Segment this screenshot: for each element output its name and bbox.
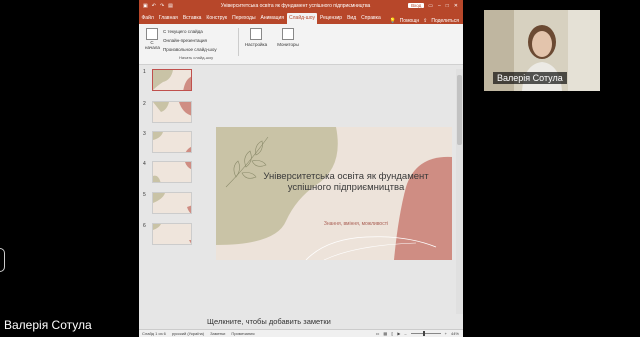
slide-thumbnail[interactable] — [152, 131, 192, 153]
separator — [238, 28, 239, 56]
thumbnail-number: 5 — [143, 192, 146, 198]
tab-3[interactable]: Конструк — [204, 13, 230, 24]
slideshow-view-icon[interactable]: ▶ — [397, 331, 400, 336]
close-icon[interactable]: ✕ — [454, 3, 458, 9]
thumbnail-row[interactable]: 4 — [142, 161, 194, 183]
document-title: Університетська освіта як фундамент успі… — [220, 2, 371, 9]
undo-icon[interactable]: ↶ — [152, 3, 156, 9]
thumbnail-number: 6 — [143, 223, 146, 229]
title-bar: ▣ ↶ ↷ ▤ Університетська освіта як фундам… — [139, 0, 463, 11]
tab-6[interactable]: Слайд-шоу — [286, 13, 318, 24]
tab-8[interactable]: Вид — [345, 13, 359, 24]
from-beginning-button[interactable]: С начала — [145, 28, 160, 50]
slide-thumbnail[interactable] — [152, 161, 192, 183]
vertical-scrollbar[interactable] — [456, 69, 463, 314]
tab-0[interactable]: Файл — [139, 13, 156, 24]
thumbnail-decor — [153, 102, 191, 116]
reading-view-icon[interactable]: ▯ — [391, 331, 393, 336]
zoom-knob[interactable] — [422, 331, 425, 336]
start-options: С текущего слайда Онлайн-презентация Про… — [163, 27, 217, 54]
thumbnail-row[interactable]: 3 — [142, 131, 194, 153]
thumbnail-row[interactable]: 6 — [142, 223, 194, 245]
slide-decor — [216, 127, 452, 260]
left-edge-control[interactable] — [0, 248, 5, 272]
login-button[interactable]: Вход — [408, 3, 425, 8]
save-icon[interactable]: ▣ — [143, 3, 148, 9]
from-beginning-label: С начала — [145, 40, 160, 50]
status-bar: Слайд 1 из 6 русский (Україна) Заметки П… — [139, 329, 463, 337]
ribbon-tabs: Файл Главная Вставка Конструк Переходы Анимац… — [139, 11, 463, 24]
thumbnail-decor — [153, 132, 191, 152]
language-indicator[interactable]: русский (Україна) — [172, 331, 204, 336]
setup-button[interactable]: Настройка — [242, 28, 270, 47]
thumbnail-number: 4 — [143, 161, 146, 167]
slide-title[interactable]: Університетська освіта як фундамент успі… — [256, 171, 436, 193]
zoom-level[interactable]: 44% — [451, 331, 459, 336]
from-current-button[interactable]: С текущего слайда — [163, 27, 217, 36]
tab-4[interactable]: Переходы — [230, 13, 258, 24]
thumbnail-decor — [153, 193, 191, 213]
monitors-label: Мониторы — [277, 42, 299, 47]
online-present-button[interactable]: Онлайн-презентация — [163, 36, 217, 45]
tab-7[interactable]: Рецензир — [317, 13, 344, 24]
powerpoint-window: ▣ ↶ ↷ ▤ Університетська освіта як фундам… — [139, 0, 463, 337]
ribbon-display-icon[interactable]: ▭ — [428, 3, 433, 9]
monitors-button[interactable]: Мониторы — [274, 28, 302, 47]
monitor-icon — [282, 28, 294, 40]
thumbnail-decor — [153, 162, 191, 182]
slide-thumbnail[interactable] — [152, 192, 192, 214]
custom-show-button[interactable]: Произвольное слайд-шоу — [163, 45, 217, 54]
comments-toggle[interactable]: Примечания — [231, 331, 254, 336]
notes-toggle[interactable]: Заметки — [210, 331, 225, 336]
sorter-view-icon[interactable]: ▦ — [383, 331, 387, 336]
zoom-in-icon[interactable]: + — [445, 331, 447, 336]
thumbnail-number: 2 — [143, 101, 146, 107]
participant-video-thumbnail[interactable]: Валерія Сотула — [484, 10, 600, 91]
maximize-icon[interactable]: □ — [446, 3, 449, 9]
slide-thumbnail[interactable] — [152, 223, 192, 245]
thumbnail-row[interactable]: 5 — [142, 192, 194, 214]
thumbnail-decor — [153, 224, 191, 244]
current-slide[interactable]: Університетська освіта як фундамент успі… — [216, 127, 452, 260]
scrollbar-thumb[interactable] — [457, 75, 462, 145]
thumbnail-row[interactable]: 1 — [142, 69, 194, 91]
zoom-slider[interactable] — [410, 331, 441, 336]
redo-icon[interactable]: ↷ — [160, 3, 164, 9]
thumbnail-number: 1 — [143, 69, 146, 75]
slideshow-start-icon — [146, 28, 158, 40]
slide-subtitle[interactable]: Знання, вміння, можливості — [276, 221, 436, 227]
group-label-start: Начать слайд-шоу — [179, 55, 214, 60]
tab-9[interactable]: Справка — [359, 13, 384, 24]
notes-pane[interactable]: Щелкните, чтобы добавить заметки — [199, 315, 455, 329]
slide-counter: Слайд 1 из 6 — [142, 331, 166, 336]
slide-thumbnail[interactable] — [152, 101, 192, 123]
zoom-out-icon[interactable]: – — [404, 331, 406, 336]
thumbnail-number: 3 — [143, 131, 146, 137]
tab-1[interactable]: Главная — [156, 13, 180, 24]
slide-thumbnail[interactable] — [152, 69, 192, 91]
ribbon-slideshow: С начала С текущего слайда Онлайн-презен… — [139, 24, 463, 65]
quick-access-toolbar: ▣ ↶ ↷ ▤ — [139, 3, 183, 9]
normal-view-icon[interactable]: ▭ — [376, 331, 380, 336]
thumbnail-row[interactable]: 2 — [142, 101, 194, 123]
present-icon[interactable]: ▤ — [168, 3, 173, 9]
setup-label: Настройка — [244, 42, 268, 47]
slide-editing-area: Університетська освіта як фундамент успі… — [199, 69, 455, 314]
tab-2[interactable]: Вставка — [180, 13, 204, 24]
tab-5[interactable]: Анимация — [258, 13, 286, 24]
thumbnail-decor — [153, 70, 191, 90]
slide-thumbnails-pane: 1 2 3 4 5 6 — [139, 69, 197, 314]
participant-name-label: Валерія Сотула — [493, 72, 567, 84]
minimize-icon[interactable]: – — [438, 3, 441, 9]
setup-icon — [250, 28, 262, 40]
active-speaker-name: Валерія Сотула — [4, 318, 92, 332]
